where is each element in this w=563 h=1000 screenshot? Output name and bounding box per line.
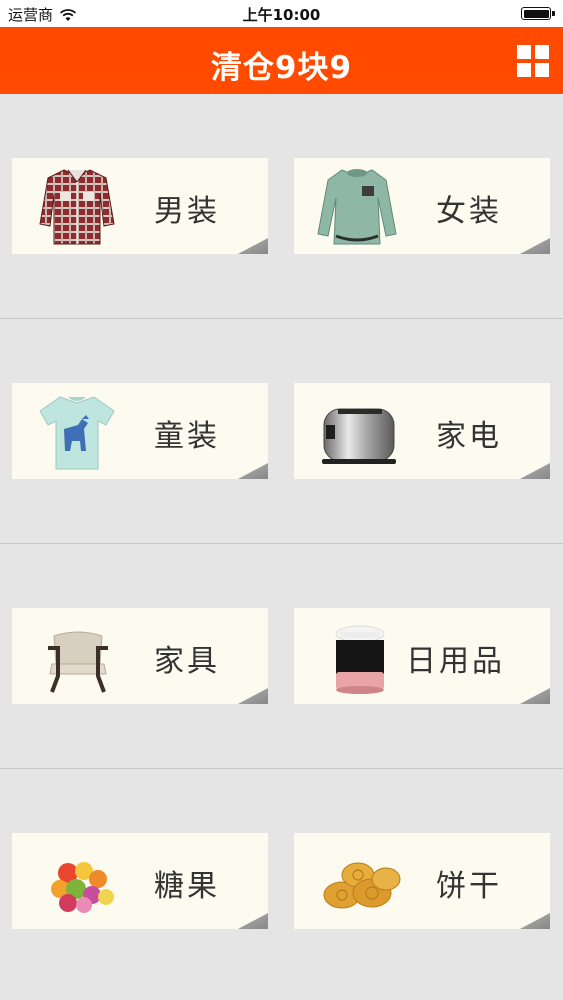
armchair-image xyxy=(48,631,108,693)
category-card-daily[interactable]: 日用品 xyxy=(294,608,550,704)
category-label: 女装 xyxy=(436,194,502,229)
category-label: 糖果 xyxy=(154,869,220,904)
battery-icon xyxy=(521,7,555,20)
page-curl-shine xyxy=(520,463,550,479)
page-curl-shine xyxy=(238,913,268,929)
category-card-men[interactable]: 男装 xyxy=(12,158,268,254)
grid-menu-button[interactable] xyxy=(517,45,549,77)
section-divider xyxy=(0,543,563,544)
category-card-appliance[interactable]: 家电 xyxy=(294,383,550,479)
men-shirt-image xyxy=(39,169,115,245)
page-curl-shine xyxy=(520,688,550,704)
biscuit-image xyxy=(323,862,401,909)
page-curl-shine xyxy=(238,238,268,254)
nav-bar: 清仓9块9 xyxy=(0,27,563,94)
status-time: 上午10:00 xyxy=(242,6,321,24)
category-card-biscuit[interactable]: 饼干 xyxy=(294,833,550,929)
category-label: 童装 xyxy=(154,419,220,454)
section-divider xyxy=(0,768,563,769)
page-title: 清仓9块9 xyxy=(210,50,353,86)
section-divider xyxy=(0,318,563,319)
page-curl-shine xyxy=(238,688,268,704)
category-card-kids[interactable]: 童装 xyxy=(12,383,268,479)
page-curl-shine xyxy=(520,913,550,929)
kids-tshirt-image xyxy=(39,396,115,470)
page-curl-shine xyxy=(238,463,268,479)
cosmetic-jar-image xyxy=(335,625,385,694)
grid-menu-icon-cell xyxy=(535,45,549,59)
women-sweater-image xyxy=(317,169,397,245)
page-curl-shine xyxy=(520,238,550,254)
grid-menu-icon-cell xyxy=(535,63,549,77)
status-bar: 运营商 上午10:00 xyxy=(0,0,563,27)
category-label: 男装 xyxy=(154,194,220,229)
category-label: 饼干 xyxy=(436,869,502,904)
category-label: 家电 xyxy=(436,419,502,454)
category-label: 日用品 xyxy=(406,644,505,679)
grid-menu-icon xyxy=(517,45,531,59)
grid-menu-icon-cell xyxy=(517,63,531,77)
category-card-furniture[interactable]: 家具 xyxy=(12,608,268,704)
category-label: 家具 xyxy=(154,644,220,679)
toaster-image xyxy=(322,408,396,464)
candy-image xyxy=(51,862,114,913)
category-card-candy[interactable]: 糖果 xyxy=(12,833,268,929)
category-card-women[interactable]: 女装 xyxy=(294,158,550,254)
